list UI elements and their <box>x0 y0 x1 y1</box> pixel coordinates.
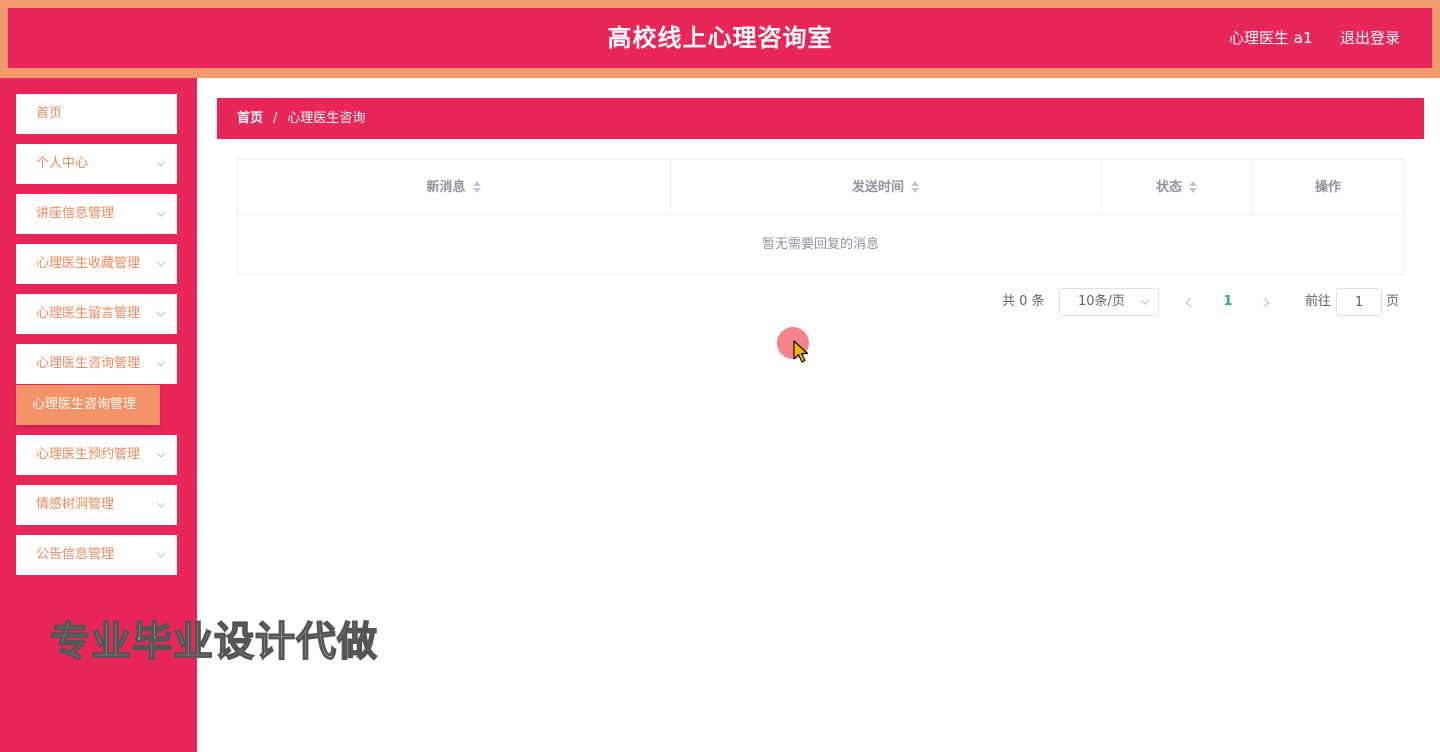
breadcrumb-current: 心理医生咨询 <box>287 111 366 126</box>
page-size-value: 10条/页 <box>1078 294 1125 309</box>
column-header-status[interactable]: 状态 <box>1102 160 1253 215</box>
sort-icon[interactable] <box>910 180 920 194</box>
sidebar-item-label: 心理医生咨询管理 <box>36 356 141 371</box>
column-header-label: 状态 <box>1155 180 1182 195</box>
sidebar-item-label: 首页 <box>36 106 63 121</box>
sort-icon[interactable] <box>1188 180 1198 194</box>
sidebar-item-emotion-treehole[interactable]: 情感树洞管理 <box>16 485 177 525</box>
table-empty-text: 暂无需要回复的消息 <box>761 237 879 252</box>
watermark-text: 专业毕业设计代做 <box>49 618 378 666</box>
messages-table: 新消息 发送时间 状态 操作 暂无需要回复的消息 <box>237 159 1404 275</box>
sidebar-item-announcements[interactable]: 公告信息管理 <box>16 535 177 575</box>
sidebar-item-home[interactable]: 首页 <box>16 94 177 134</box>
sidebar-item-doctor-consultation[interactable]: 心理医生咨询管理 <box>16 344 177 384</box>
sidebar-item-doctor-appointments[interactable]: 心理医生预约管理 <box>16 435 177 475</box>
table-header: 新消息 发送时间 状态 操作 <box>238 160 1403 215</box>
sidebar-item-doctor-favorites[interactable]: 心理医生收藏管理 <box>16 244 177 284</box>
pagination-goto-unit: 页 <box>1386 294 1400 309</box>
sidebar-item-label: 心理医生收藏管理 <box>36 256 141 271</box>
sort-icon[interactable] <box>472 180 482 194</box>
page-size-select[interactable]: 10条/页 <box>1059 288 1159 316</box>
column-header-label: 操作 <box>1314 180 1341 195</box>
mouse-cursor-icon <box>793 340 809 363</box>
sidebar-item-label: 公告信息管理 <box>36 547 115 562</box>
sidebar-item-lecture-management[interactable]: 讲座信息管理 <box>16 194 177 234</box>
chevron-right-icon[interactable] <box>1258 286 1274 318</box>
current-user-label: 心理医生 a1 <box>1229 29 1313 47</box>
breadcrumb-separator: / <box>273 111 278 126</box>
chevron-down-icon <box>155 535 167 575</box>
sidebar-item-label: 情感树洞管理 <box>36 497 115 512</box>
sidebar-item-label: 讲座信息管理 <box>36 206 115 221</box>
chevron-left-icon[interactable] <box>1180 286 1196 318</box>
chevron-down-icon <box>155 244 167 284</box>
sidebar-item-doctor-messages[interactable]: 心理医生留言管理 <box>16 294 177 334</box>
sidebar-subitem-doctor-consultation[interactable]: 心理医生咨询管理 <box>16 385 160 425</box>
pagination-total: 共 0 条 <box>1002 294 1045 309</box>
pagination: 共 0 条 10条/页 1 前往 页 <box>990 286 1410 318</box>
top-header: 高校线上心理咨询室 心理医生 a1 退出登录 <box>8 8 1432 68</box>
column-header-actions: 操作 <box>1253 160 1403 215</box>
top-header-frame: 高校线上心理咨询室 心理医生 a1 退出登录 <box>0 0 1440 78</box>
chevron-down-icon <box>155 144 167 184</box>
app-title: 高校线上心理咨询室 <box>607 24 833 52</box>
chevron-down-icon <box>155 485 167 525</box>
sidebar-item-personal-center[interactable]: 个人中心 <box>16 144 177 184</box>
breadcrumb-home[interactable]: 首页 <box>237 111 263 126</box>
logout-link[interactable]: 退出登录 <box>1340 8 1400 68</box>
chevron-down-icon <box>155 435 167 475</box>
column-header-label: 新消息 <box>426 180 466 195</box>
sidebar-item-label: 心理医生预约管理 <box>36 447 141 462</box>
chevron-down-icon <box>1140 289 1150 315</box>
pagination-goto-label: 前往 <box>1305 294 1332 309</box>
column-header-send-time[interactable]: 发送时间 <box>671 160 1102 215</box>
pagination-current-page[interactable]: 1 <box>1218 286 1238 318</box>
breadcrumb: 首页 / 心理医生咨询 <box>217 98 1424 139</box>
pagination-goto-input[interactable] <box>1336 288 1382 316</box>
sidebar-item-label: 心理医生留言管理 <box>36 306 141 321</box>
chevron-down-icon <box>155 194 167 234</box>
sidebar-item-label: 个人中心 <box>36 156 89 171</box>
column-header-label: 发送时间 <box>851 180 904 195</box>
column-header-new-message[interactable]: 新消息 <box>238 160 671 215</box>
chevron-down-icon <box>155 294 167 334</box>
chevron-down-icon <box>155 344 167 384</box>
